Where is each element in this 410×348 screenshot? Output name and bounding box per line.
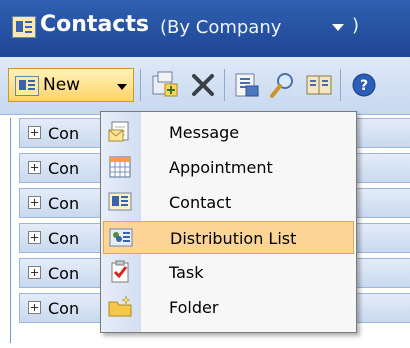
folder-icon bbox=[108, 295, 132, 317]
menu-item-label: Distribution List bbox=[170, 229, 297, 248]
view-dropdown-icon[interactable] bbox=[332, 24, 344, 31]
help-icon[interactable]: ? bbox=[349, 70, 379, 100]
expand-icon[interactable] bbox=[28, 301, 41, 314]
distribution-list-icon bbox=[109, 228, 133, 247]
contact-card-icon bbox=[108, 192, 132, 211]
menu-item-appointment[interactable]: Appointment bbox=[103, 151, 354, 184]
menu-item-label: Folder bbox=[169, 298, 219, 317]
contacts-icon bbox=[12, 16, 36, 38]
calendar-icon bbox=[109, 156, 131, 178]
menu-item-label: Contact bbox=[169, 193, 232, 212]
expand-icon[interactable] bbox=[28, 126, 41, 139]
find-icon[interactable] bbox=[268, 70, 298, 100]
group-label: Con bbox=[48, 229, 80, 248]
add-to-folder-icon[interactable] bbox=[150, 70, 180, 100]
menu-item-distribution-list[interactable]: Distribution List bbox=[103, 221, 354, 254]
menu-item-task[interactable]: Task bbox=[103, 256, 354, 289]
svg-text:?: ? bbox=[360, 78, 368, 94]
delete-icon[interactable] bbox=[188, 70, 218, 100]
toolbar-divider bbox=[340, 69, 341, 101]
contact-card-icon bbox=[15, 76, 39, 96]
toolbar: New ? bbox=[0, 57, 410, 115]
view-selector-close: ) bbox=[352, 15, 360, 36]
menu-item-label: Message bbox=[169, 123, 240, 142]
expand-icon[interactable] bbox=[28, 161, 41, 174]
task-icon bbox=[111, 260, 129, 283]
menu-item-label: Appointment bbox=[169, 158, 273, 177]
new-button-label: New bbox=[43, 75, 81, 95]
group-label: Con bbox=[48, 124, 80, 143]
toolbar-divider bbox=[224, 69, 225, 101]
new-dropdown-icon[interactable] bbox=[117, 84, 127, 90]
group-label: Con bbox=[48, 159, 80, 178]
expand-icon[interactable] bbox=[28, 196, 41, 209]
new-button[interactable]: New bbox=[8, 68, 134, 102]
menu-item-message[interactable]: Message bbox=[103, 116, 354, 149]
group-label: Con bbox=[48, 194, 80, 213]
menu-item-contact[interactable]: Contact bbox=[103, 186, 354, 219]
menu-item-label: Task bbox=[169, 263, 204, 282]
title-bar: Contacts (By Company ) bbox=[0, 0, 410, 57]
group-label: Con bbox=[48, 299, 80, 318]
expand-icon[interactable] bbox=[28, 231, 41, 244]
expand-icon[interactable] bbox=[28, 266, 41, 279]
address-book-icon[interactable] bbox=[304, 70, 334, 100]
view-selector[interactable]: (By Company bbox=[160, 17, 281, 38]
move-to-folder-icon[interactable] bbox=[232, 70, 262, 100]
page-title: Contacts bbox=[40, 12, 149, 37]
menu-item-folder[interactable]: Folder bbox=[103, 291, 354, 324]
group-label: Con bbox=[48, 264, 80, 283]
message-icon bbox=[108, 121, 129, 142]
toolbar-divider bbox=[140, 69, 141, 101]
new-item-menu: Message Appointment Contact Distribution… bbox=[100, 111, 357, 333]
